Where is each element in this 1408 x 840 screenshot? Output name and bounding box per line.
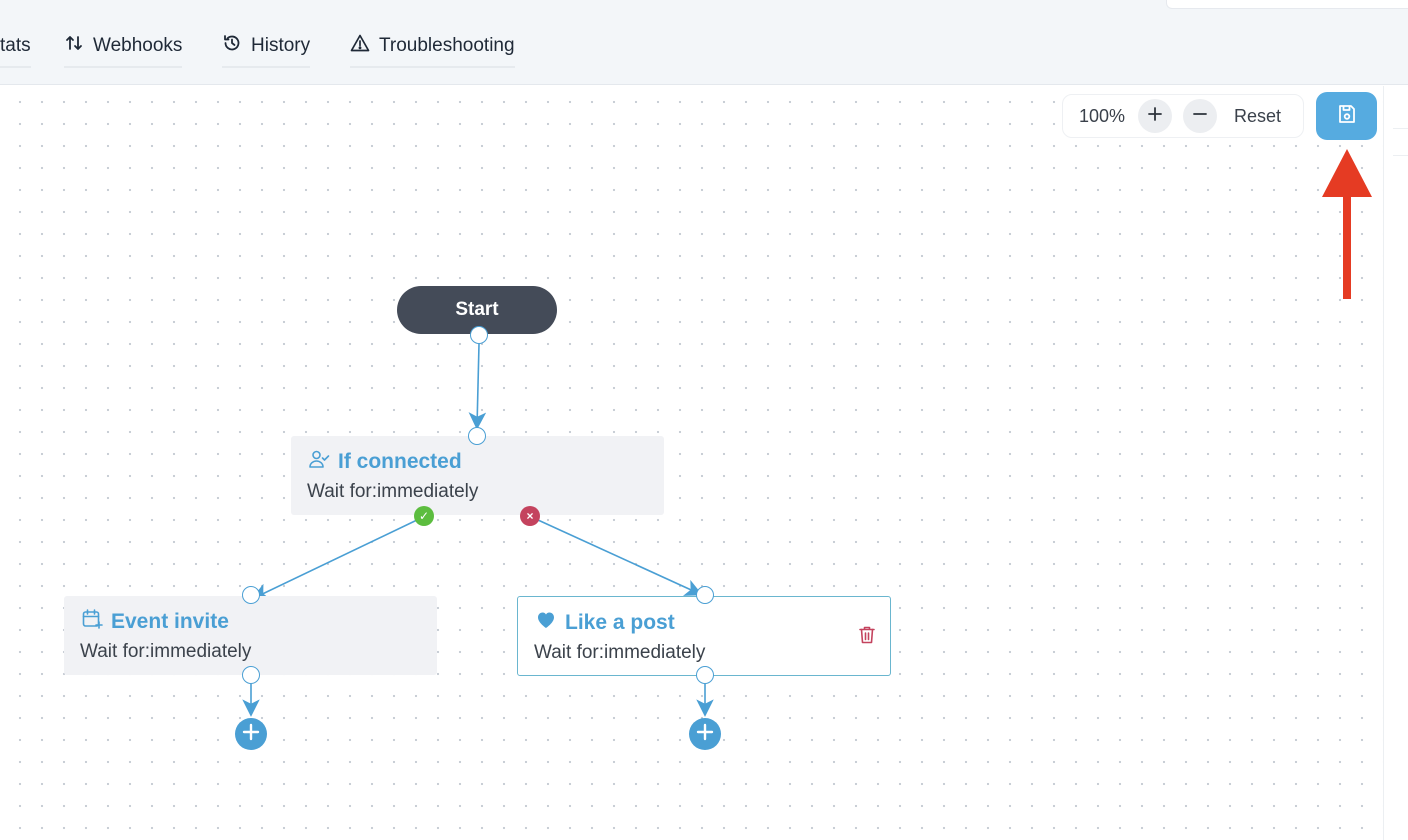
like-a-post-title: Like a post xyxy=(535,609,675,637)
zoom-controls: 100% Reset xyxy=(1062,94,1304,138)
tab-history-label: History xyxy=(251,35,311,56)
tab-troubleshooting-label: Troubleshooting xyxy=(379,35,515,56)
like-a-post-node[interactable]: Like a post Wait for:immediately xyxy=(517,596,891,676)
event-invite-title: Event invite xyxy=(81,608,229,636)
like-a-post-output-port[interactable] xyxy=(696,666,714,684)
start-node-label: Start xyxy=(455,299,499,320)
top-right-panel xyxy=(1166,0,1408,9)
if-connected-node[interactable]: If connected Wait for:immediately xyxy=(291,436,664,515)
annotation-arrow xyxy=(1322,149,1372,299)
plus-icon xyxy=(695,722,715,747)
tab-stats[interactable]: tats xyxy=(0,28,31,68)
zoom-level: 100% xyxy=(1079,105,1126,126)
if-connected-wait: Wait for:immediately xyxy=(307,481,479,502)
event-invite-wait: Wait for:immediately xyxy=(80,641,252,662)
tab-webhooks-label: Webhooks xyxy=(93,35,183,56)
history-icon xyxy=(222,33,242,59)
event-invite-node[interactable]: Event invite Wait for:immediately xyxy=(64,596,437,675)
zoom-out-button[interactable] xyxy=(1183,99,1217,133)
tab-stats-label: tats xyxy=(0,35,31,56)
event-invite-output-port[interactable] xyxy=(242,666,260,684)
right-sidebar-edge xyxy=(1383,86,1408,840)
plus-icon xyxy=(1147,106,1163,127)
reset-zoom-button[interactable]: Reset xyxy=(1234,106,1281,127)
yes-branch-badge[interactable]: ✓ xyxy=(414,506,434,526)
webhooks-arrows-icon xyxy=(64,33,84,59)
like-a-post-title-text: Like a post xyxy=(565,611,675,634)
check-icon: ✓ xyxy=(418,509,430,523)
tab-webhooks[interactable]: Webhooks xyxy=(64,28,183,68)
right-sidebar-handle xyxy=(1393,128,1408,156)
add-step-button-event-invite[interactable] xyxy=(235,718,267,750)
like-a-post-input-port[interactable] xyxy=(696,586,714,604)
if-connected-title-text: If connected xyxy=(338,450,462,473)
x-icon: × xyxy=(526,509,534,523)
plus-icon xyxy=(241,722,261,747)
minus-icon xyxy=(1192,106,1208,127)
user-check-icon xyxy=(308,448,330,476)
no-branch-badge[interactable]: × xyxy=(520,506,540,526)
if-connected-input-port[interactable] xyxy=(468,427,486,445)
start-output-port[interactable] xyxy=(470,326,488,344)
tab-history[interactable]: History xyxy=(222,28,311,68)
trash-icon[interactable] xyxy=(858,625,876,645)
heart-icon xyxy=(535,609,557,637)
if-connected-title: If connected xyxy=(308,448,462,476)
save-icon xyxy=(1336,103,1358,130)
add-step-button-like-a-post[interactable] xyxy=(689,718,721,750)
event-invite-title-text: Event invite xyxy=(111,610,229,633)
tab-troubleshooting[interactable]: Troubleshooting xyxy=(350,28,515,68)
top-navigation-bar: tats Webhooks History Troubleshooting xyxy=(0,0,1408,85)
event-invite-input-port[interactable] xyxy=(242,586,260,604)
like-a-post-wait: Wait for:immediately xyxy=(534,642,706,663)
calendar-plus-icon xyxy=(81,608,103,636)
warning-triangle-icon xyxy=(350,33,370,59)
zoom-in-button[interactable] xyxy=(1138,99,1172,133)
save-button[interactable] xyxy=(1316,92,1377,140)
